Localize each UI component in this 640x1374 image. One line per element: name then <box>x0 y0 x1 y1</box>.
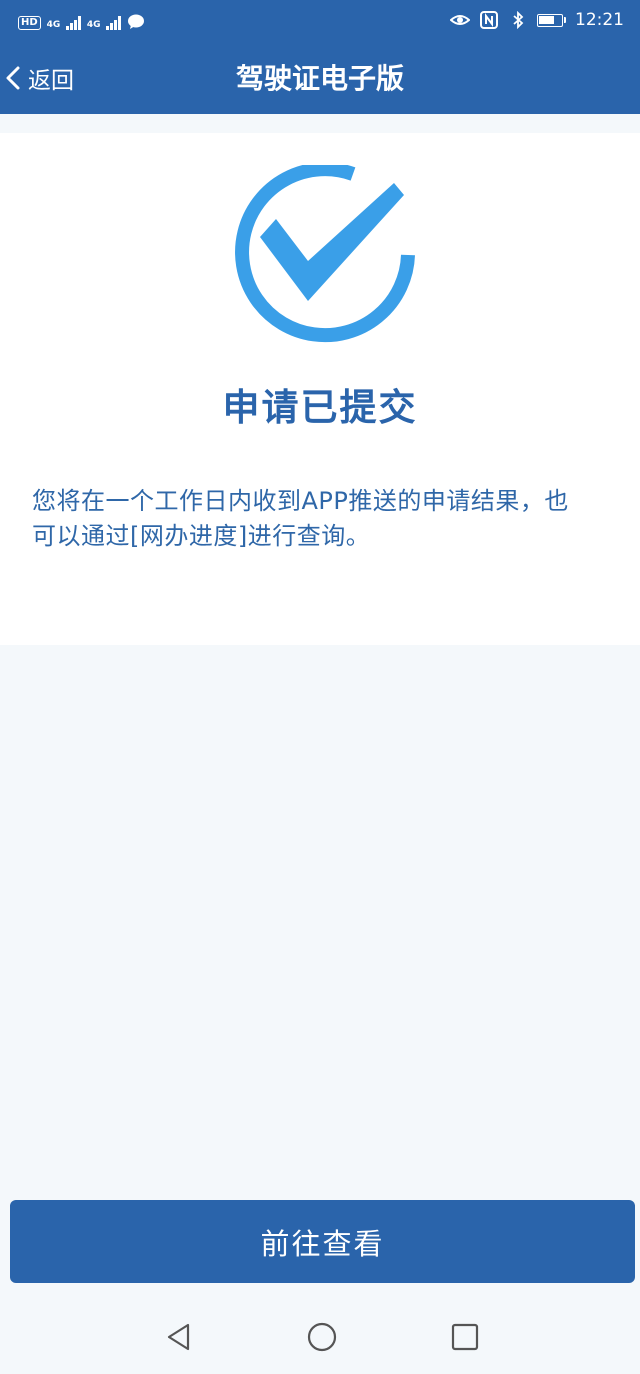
network-type-1: 4G <box>46 20 61 30</box>
hd-badge: HD <box>18 16 41 30</box>
network-type-2: 4G <box>86 20 101 30</box>
status-bar-right: 12:21 <box>449 8 624 32</box>
back-triangle-icon[interactable] <box>162 1320 196 1354</box>
status-time: 12:21 <box>575 10 624 30</box>
result-title: 申请已提交 <box>222 386 418 429</box>
status-bar-left: HD 4G 4G <box>18 10 145 30</box>
message-icon <box>127 14 144 29</box>
success-check-icon <box>235 165 415 343</box>
screen: HD 4G 4G 12:21 返回 驾驶证电子版 申请已提交 您将在一个工作日内… <box>0 0 640 1374</box>
battery-icon <box>536 13 566 27</box>
result-description: 您将在一个工作日内收到APP推送的申请结果，也可以通过[网办进度]进行查询。 <box>32 487 569 550</box>
signal-icon-2 <box>106 16 121 30</box>
nav-bar: 返回 驾驶证电子版 <box>0 44 640 114</box>
bluetooth-icon <box>512 11 523 29</box>
home-circle-icon[interactable] <box>305 1320 339 1354</box>
recents-square-icon[interactable] <box>448 1320 482 1354</box>
status-bar: HD 4G 4G 12:21 <box>0 0 640 40</box>
system-nav-bar <box>0 1300 640 1374</box>
page-title: 驾驶证电子版 <box>235 62 404 95</box>
eye-icon <box>449 15 470 25</box>
signal-icon <box>66 16 81 30</box>
nfc-icon <box>479 11 498 29</box>
app-header: HD 4G 4G 12:21 返回 驾驶证电子版 <box>0 0 640 114</box>
view-button[interactable]: 前往查看 <box>10 1200 635 1283</box>
